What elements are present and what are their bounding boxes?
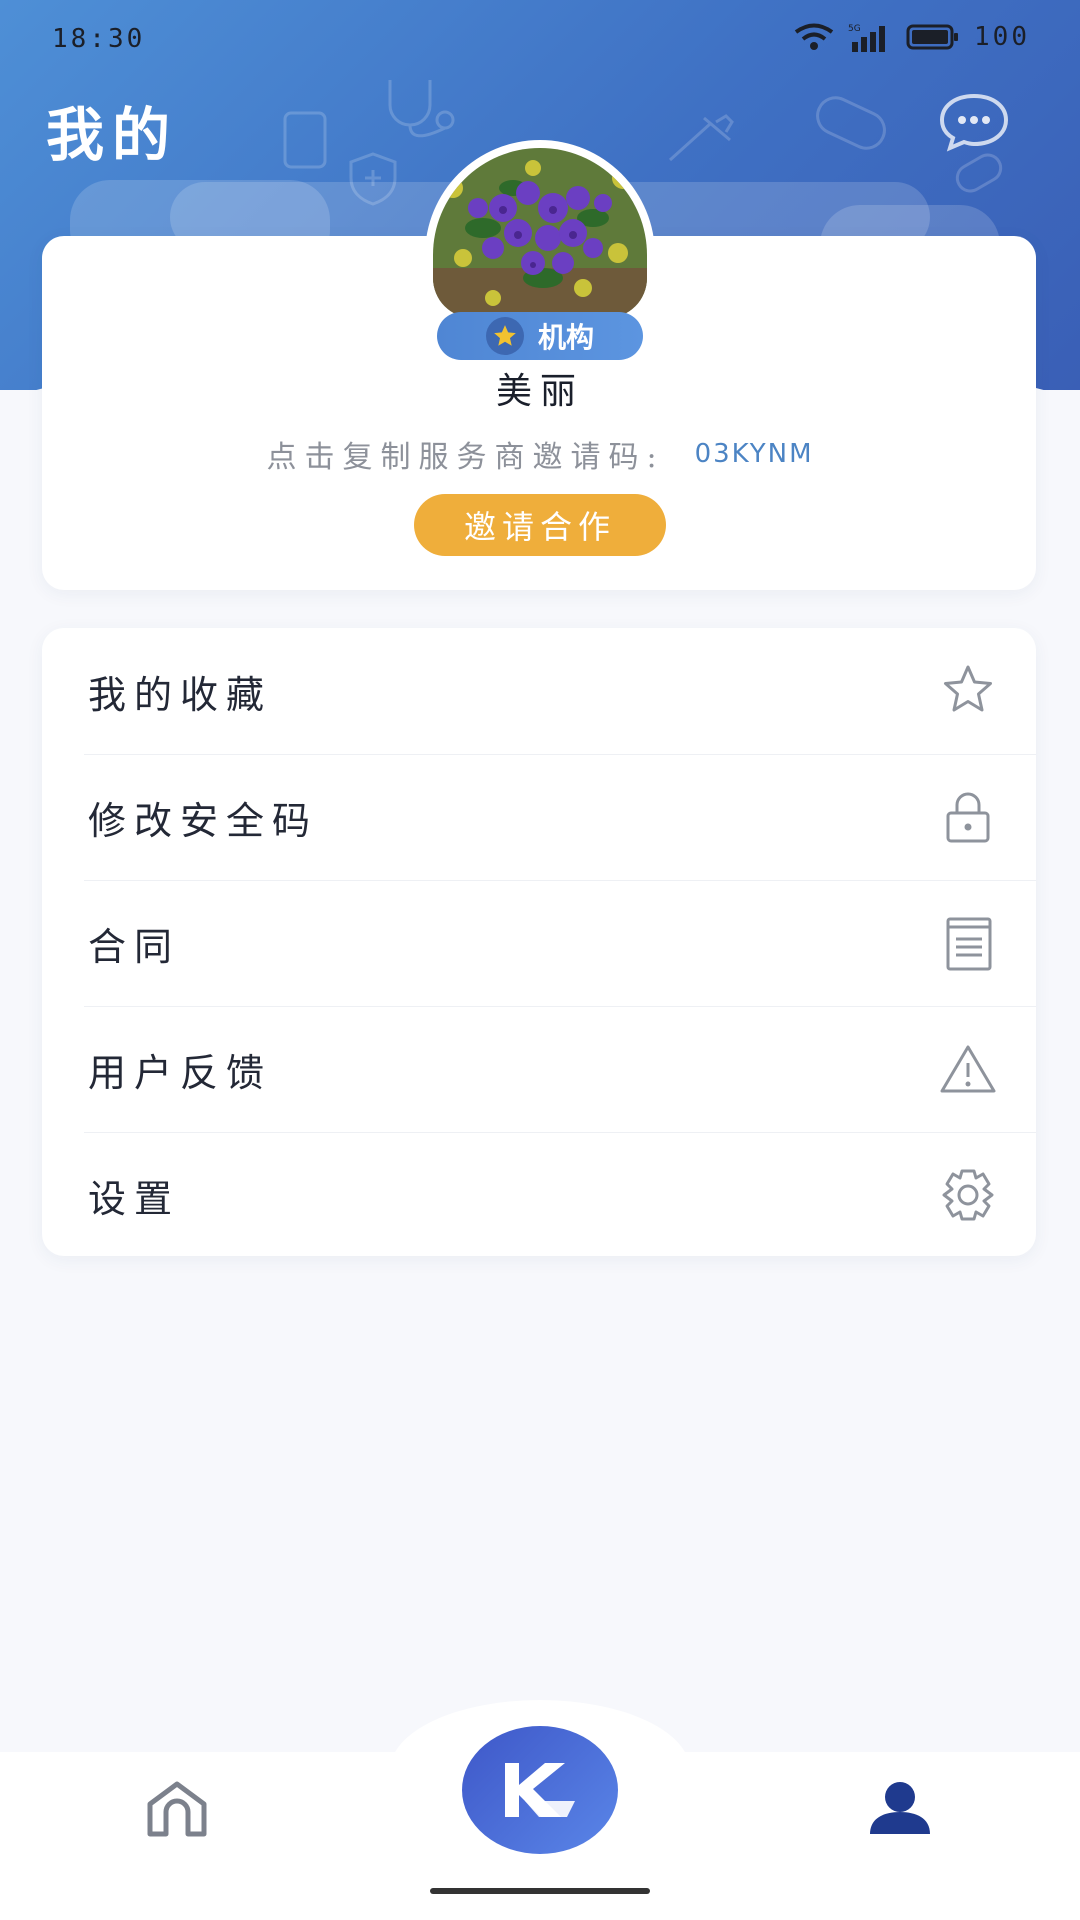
document-icon (938, 913, 998, 973)
tab-profile[interactable] (868, 1780, 932, 1836)
star-icon (485, 317, 524, 355)
role-badge: 机构 (437, 312, 643, 360)
status-time: 18:30 (52, 24, 146, 54)
phone-decoration-icon (283, 111, 327, 169)
lock-icon (938, 787, 998, 847)
menu-item-settings[interactable]: 设置 (42, 1132, 1036, 1258)
user-name: 美丽 (495, 371, 584, 412)
stethoscope-decoration-icon (388, 80, 455, 138)
menu-item-favorites[interactable]: 我的收藏 (42, 628, 1036, 754)
network-label: 5G (848, 24, 861, 34)
home-icon (147, 1781, 207, 1837)
role-badge-label: 机构 (537, 321, 594, 354)
invite-code-value[interactable]: 03KYNM (695, 439, 814, 469)
menu-item-contract[interactable]: 合同 (42, 880, 1036, 1006)
signal-5g-icon: 5G (848, 24, 886, 52)
star-outline-icon (938, 661, 998, 721)
menu-item-label: 合同 (88, 924, 181, 969)
menu-item-label: 我的收藏 (88, 672, 273, 717)
k-logo-icon (505, 1763, 575, 1817)
invite-code-row[interactable]: 点击复制服务商邀请码: 03KYNM (0, 432, 1080, 476)
status-bar: 18:30 5G 100 (0, 0, 1080, 76)
dropper-decoration-icon (668, 114, 734, 162)
person-icon (870, 1782, 930, 1834)
chat-bubble-icon (939, 93, 1009, 152)
page-title: 我的 (46, 101, 179, 169)
menu-card: 我的收藏 修改安全码 合同 用户反馈 设置 (42, 628, 1036, 1256)
gear-icon (938, 1165, 998, 1225)
status-icons: 5G 100 (794, 22, 1030, 52)
invite-cooperation-button[interactable]: 邀请合作 (414, 494, 666, 556)
capsule-decoration-icon (955, 153, 1003, 193)
chat-button[interactable] (938, 92, 1010, 152)
menu-item-feedback[interactable]: 用户反馈 (42, 1006, 1036, 1132)
warning-icon (938, 1039, 998, 1099)
pill-decoration-icon (816, 96, 886, 150)
tab-center[interactable] (462, 1726, 618, 1854)
menu-item-security-code[interactable]: 修改安全码 (42, 754, 1036, 880)
battery-level: 100 (974, 22, 1030, 52)
tab-home[interactable] (144, 1778, 210, 1838)
invite-code-label: 点击复制服务商邀请码: (266, 440, 665, 475)
menu-item-label: 用户反馈 (88, 1050, 273, 1095)
battery-icon (906, 24, 959, 50)
wifi-icon (794, 23, 834, 50)
home-indicator[interactable] (430, 1888, 650, 1894)
menu-item-label: 设置 (88, 1176, 181, 1221)
menu-item-label: 修改安全码 (88, 798, 319, 843)
